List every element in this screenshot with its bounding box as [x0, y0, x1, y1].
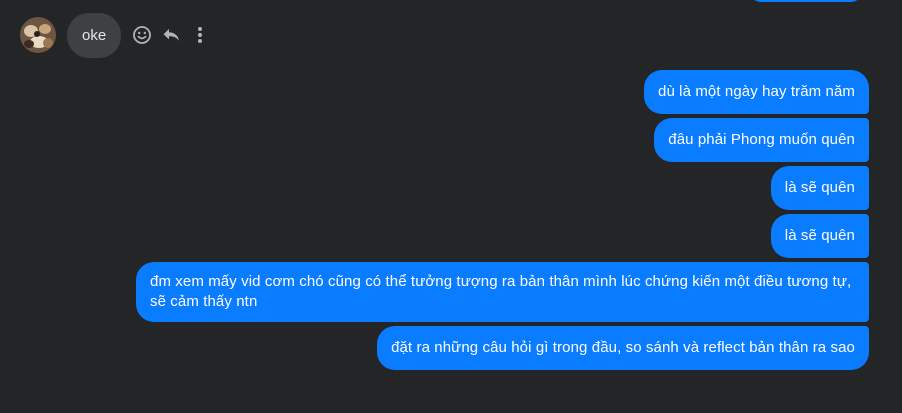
- message-actions: [131, 24, 218, 46]
- incoming-message-text: oke: [82, 26, 107, 44]
- outgoing-message-group: dù là một ngày hay trăm năm đâu phải Pho…: [129, 70, 869, 374]
- incoming-message-row: oke: [20, 12, 218, 58]
- outgoing-message-bubble[interactable]: đặt ra những câu hỏi gì trong đầu, so sá…: [377, 326, 869, 370]
- outgoing-message-bubble[interactable]: dù là một ngày hay trăm năm: [644, 70, 869, 114]
- outgoing-message-bubble[interactable]: đâu phải Phong muốn quên: [654, 118, 869, 162]
- react-icon[interactable]: [131, 24, 153, 46]
- outgoing-message-bubble[interactable]: là sẽ quên: [770, 214, 869, 258]
- reply-icon[interactable]: [160, 24, 182, 46]
- outgoing-message-bubble[interactable]: đm xem mấy vid cơm chó cũng có thể tưởng…: [136, 262, 869, 322]
- avatar[interactable]: [20, 17, 56, 53]
- incoming-message-bubble[interactable]: oke: [67, 12, 122, 58]
- outgoing-message-bubble[interactable]: là sẽ quên: [770, 166, 869, 210]
- previous-outgoing-bubble: [750, 0, 862, 2]
- more-icon[interactable]: [189, 24, 211, 46]
